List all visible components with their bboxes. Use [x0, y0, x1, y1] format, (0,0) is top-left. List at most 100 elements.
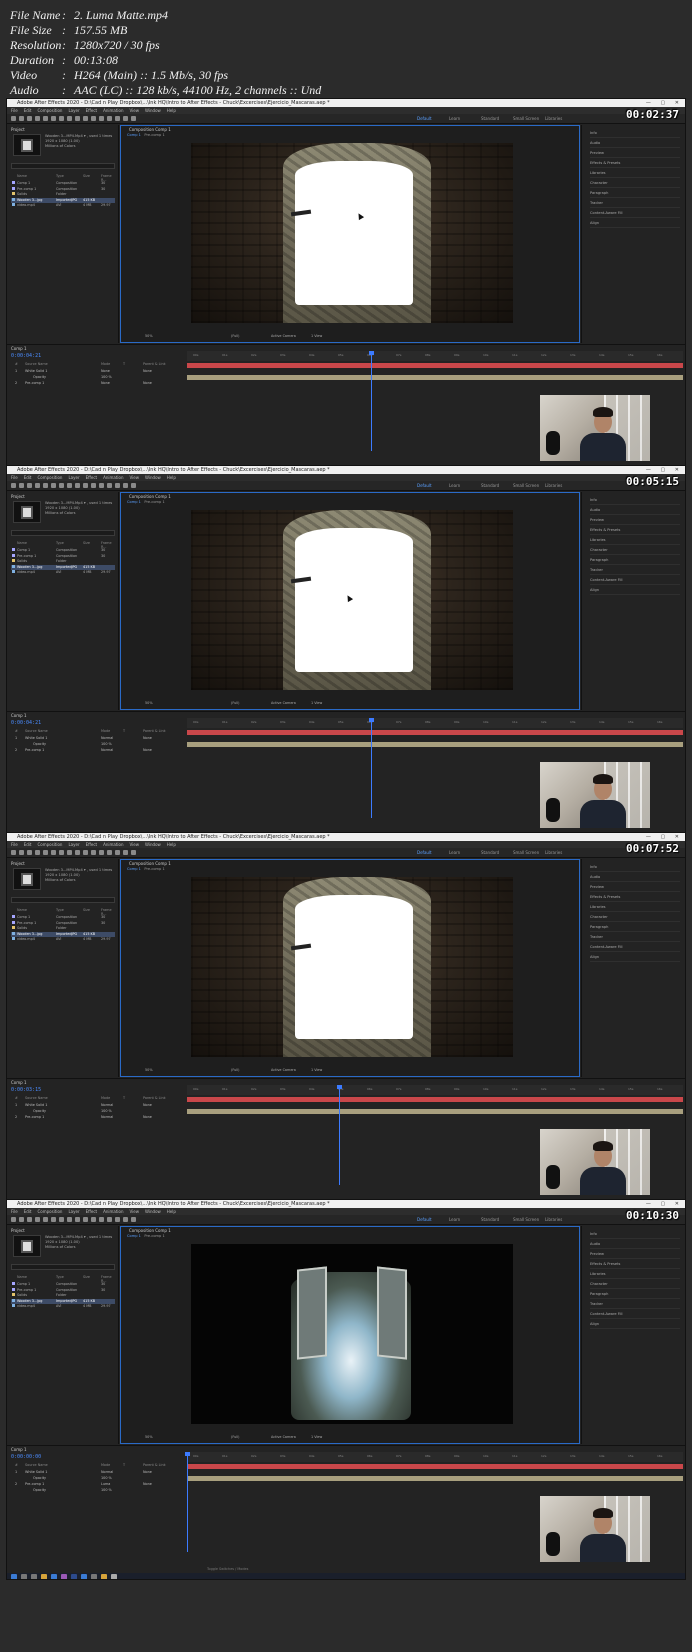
panel-content-aware-fill[interactable]: Content-Aware Fill	[590, 943, 680, 952]
taskbar-app-icon[interactable]	[21, 1574, 27, 1579]
menu-item-file[interactable]: File	[11, 841, 18, 848]
taskbar-app-icon[interactable]	[91, 1574, 97, 1579]
breadcrumb-precomp[interactable]: Pre-comp 1	[144, 867, 164, 871]
workspace-tab[interactable]: Small Screen	[513, 1217, 539, 1222]
tool-icon[interactable]	[19, 1217, 24, 1222]
workspace-tab[interactable]: Small Screen	[513, 116, 539, 121]
panel-align[interactable]: Align	[590, 1320, 680, 1329]
layer-mode[interactable]: 100 %	[101, 1109, 112, 1113]
layer-column-header[interactable]: Parent & Link	[143, 362, 166, 366]
layer-parent[interactable]: None	[143, 369, 152, 373]
panel-preview[interactable]: Preview	[590, 883, 680, 892]
menu-item-layer[interactable]: Layer	[68, 107, 79, 114]
tool-icon[interactable]	[35, 1217, 40, 1222]
panel-character[interactable]: Character	[590, 546, 680, 555]
layer-column-header[interactable]: T	[123, 1463, 125, 1467]
layer-mode[interactable]: Normal	[101, 1115, 113, 1119]
toggle-switches-modes[interactable]: Toggle Switches / Modes	[207, 1567, 248, 1571]
magnification-dropdown[interactable]: 50%	[145, 1068, 153, 1072]
workspace-tab[interactable]: Standard	[481, 850, 499, 855]
timeline-layer-row[interactable]: Opacity 100 %	[11, 1488, 186, 1494]
composition-tab[interactable]: Composition Comp 1	[129, 1228, 171, 1233]
menu-item-file[interactable]: File	[11, 107, 18, 114]
timeline-tab[interactable]: Comp 1	[11, 346, 27, 351]
panel-tracker[interactable]: Tracker	[590, 199, 680, 208]
panel-content-aware-fill[interactable]: Content-Aware Fill	[590, 576, 680, 585]
tool-icon[interactable]	[75, 483, 80, 488]
project-item[interactable]: video.mp4 AVI 4 MB 29.97	[11, 1304, 115, 1309]
project-search-input[interactable]	[11, 897, 115, 903]
layer-column-header[interactable]: T	[123, 729, 125, 733]
taskbar-app-icon[interactable]	[101, 1574, 107, 1579]
taskbar-app-icon[interactable]	[51, 1574, 57, 1579]
resolution-dropdown[interactable]: (Full)	[231, 701, 239, 705]
layer-column-header[interactable]: #	[15, 729, 18, 733]
panel-effects-presets[interactable]: Effects & Presets	[590, 526, 680, 535]
tool-icon[interactable]	[11, 116, 16, 121]
project-column-header[interactable]: Size	[83, 541, 90, 545]
project-search-input[interactable]	[11, 163, 115, 169]
tool-icon[interactable]	[43, 850, 48, 855]
menu-item-view[interactable]: View	[130, 474, 140, 481]
menu-item-effect[interactable]: Effect	[86, 1208, 98, 1215]
magnification-dropdown[interactable]: 50%	[145, 701, 153, 705]
panel-character[interactable]: Character	[590, 179, 680, 188]
layer-parent[interactable]: None	[143, 381, 152, 385]
layer-mode[interactable]: Normal	[101, 748, 113, 752]
panel-audio[interactable]: Audio	[590, 139, 680, 148]
tool-icon[interactable]	[99, 1217, 104, 1222]
tool-icon[interactable]	[59, 483, 64, 488]
menu-item-animation[interactable]: Animation	[103, 107, 123, 114]
menu-item-effect[interactable]: Effect	[86, 474, 98, 481]
tool-icon[interactable]	[107, 1217, 112, 1222]
panel-content-aware-fill[interactable]: Content-Aware Fill	[590, 1310, 680, 1319]
workspace-tab[interactable]: Learn	[449, 116, 460, 121]
view-layout-dropdown[interactable]: 1 View	[311, 334, 322, 338]
project-column-header[interactable]: Type	[56, 541, 64, 545]
composition-viewer[interactable]	[191, 1244, 513, 1424]
tool-icon[interactable]	[131, 850, 136, 855]
current-time-indicator[interactable]	[185, 1452, 190, 1552]
panel-libraries[interactable]: Libraries	[590, 536, 680, 545]
panel-character[interactable]: Character	[590, 913, 680, 922]
tool-icon[interactable]	[27, 483, 32, 488]
panel-paragraph[interactable]: Paragraph	[590, 189, 680, 198]
project-column-header[interactable]: Name	[17, 174, 27, 178]
project-item[interactable]: Solids Folder	[11, 192, 115, 197]
menu-item-edit[interactable]: Edit	[24, 841, 32, 848]
panel-preview[interactable]: Preview	[590, 149, 680, 158]
workspace-tab[interactable]: Small Screen	[513, 850, 539, 855]
window-controls[interactable]: — ▢ ✕	[646, 466, 683, 474]
tool-icon[interactable]	[107, 850, 112, 855]
layer-parent[interactable]: None	[143, 1115, 152, 1119]
time-ruler[interactable]: 00s 01s 02s 03s 04s 05s 06s 07s 08s 09s 10s 11s 12s 1…	[187, 351, 683, 361]
tool-icon[interactable]	[123, 483, 128, 488]
tool-icon[interactable]	[123, 850, 128, 855]
panel-paragraph[interactable]: Paragraph	[590, 1290, 680, 1299]
taskbar-app-icon[interactable]	[61, 1574, 67, 1579]
camera-dropdown[interactable]: Active Camera	[271, 334, 296, 338]
layer-parent[interactable]: None	[143, 1470, 152, 1474]
project-panel-label[interactable]: Project	[11, 494, 25, 499]
project-item[interactable]: Comp 1 Composition 30	[11, 915, 115, 920]
menu-item-view[interactable]: View	[130, 107, 140, 114]
layer-column-header[interactable]: Parent & Link	[143, 1096, 166, 1100]
tool-icon[interactable]	[115, 850, 120, 855]
menu-item-animation[interactable]: Animation	[103, 474, 123, 481]
taskbar-app-icon[interactable]	[31, 1574, 37, 1579]
project-item[interactable]: Wooden 3...jpg ImportedJPG 415 KB	[11, 931, 115, 937]
project-item[interactable]: Pre-comp 1 Composition 30	[11, 920, 115, 926]
menu-item-effect[interactable]: Effect	[86, 107, 98, 114]
layer-column-header[interactable]: Mode	[101, 729, 110, 733]
panel-tracker[interactable]: Tracker	[590, 566, 680, 575]
menu-item-help[interactable]: Help	[167, 1208, 176, 1215]
workspace-tab[interactable]: Standard	[481, 1217, 499, 1222]
layer-mode[interactable]: Normal	[101, 1103, 113, 1107]
project-column-header[interactable]: Type	[56, 908, 64, 912]
workspace-tab[interactable]: Learn	[449, 483, 460, 488]
menu-item-effect[interactable]: Effect	[86, 841, 98, 848]
tool-icon[interactable]	[51, 483, 56, 488]
menu-item-help[interactable]: Help	[167, 474, 176, 481]
layer-bar-precomp[interactable]	[187, 742, 683, 747]
project-panel-label[interactable]: Project	[11, 1228, 25, 1233]
